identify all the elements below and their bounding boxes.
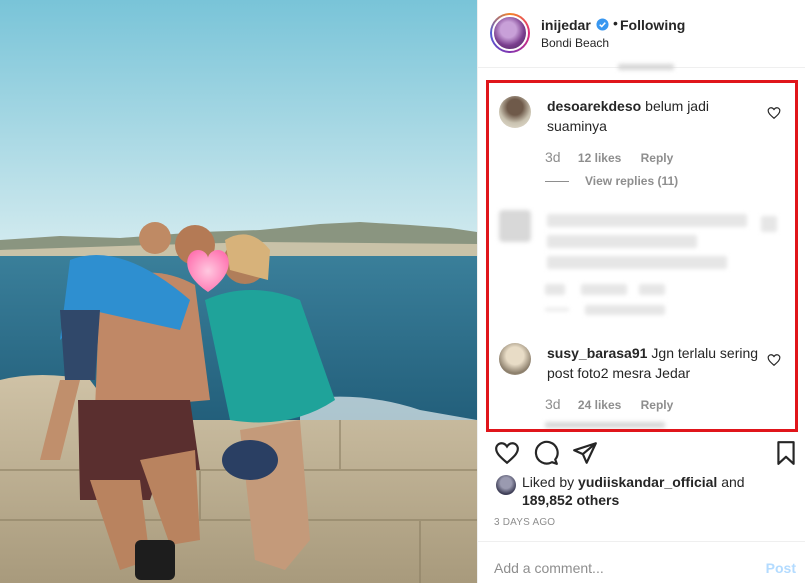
cut-off-text — [618, 64, 674, 70]
add-comment-input[interactable]: Add a comment... — [494, 560, 604, 576]
verified-badge-icon — [596, 18, 609, 31]
cut-off-view-replies — [545, 422, 665, 428]
comment-likes[interactable]: 24 likes — [578, 398, 621, 412]
likes-text: Liked by yudiiskandar_official and 189,8… — [522, 473, 782, 509]
following-button[interactable]: Following — [620, 17, 685, 33]
comment-meta: 3d 12 likes Reply — [545, 149, 673, 165]
separator-dot: • — [613, 15, 618, 31]
reply-button[interactable]: Reply — [641, 398, 674, 412]
comment-meta: 3d 24 likes Reply — [545, 396, 673, 412]
comment-text: susy_barasa91 Jgn terlalu sering post fot… — [547, 343, 769, 383]
view-replies-button[interactable]: View replies (11) — [545, 174, 678, 188]
heart-icon[interactable] — [494, 440, 520, 466]
reply-button[interactable]: Reply — [641, 151, 674, 165]
comment-likes[interactable]: 12 likes — [578, 151, 621, 165]
profile-avatar[interactable] — [490, 13, 530, 53]
view-replies-label: View replies (11) — [585, 174, 679, 188]
post-timestamp[interactable]: 3 DAYS AGO — [494, 517, 555, 528]
commenter-username[interactable]: desoarekdeso — [547, 98, 641, 114]
post-side-panel: inijedar • Following Bondi Beach desoare… — [477, 0, 805, 583]
commenter-avatar[interactable] — [499, 96, 531, 128]
bookmark-icon[interactable] — [773, 440, 799, 466]
add-comment-section: Add a comment... Post — [478, 541, 805, 583]
comment-text: desoarekdeso belum jadi suaminya — [547, 96, 769, 136]
share-icon[interactable] — [572, 440, 598, 466]
likes-others-count[interactable]: 189,852 others — [522, 492, 619, 508]
comment-time: 3d — [545, 396, 561, 412]
liker-username[interactable]: yudiiskandar_official — [578, 474, 717, 490]
comment-like-icon[interactable] — [767, 353, 781, 367]
liker-avatar[interactable] — [496, 475, 516, 495]
profile-username[interactable]: inijedar — [541, 17, 591, 33]
post-header: inijedar • Following Bondi Beach — [478, 0, 805, 68]
post-photo[interactable] — [0, 0, 477, 583]
comments-highlight-box: desoarekdeso belum jadi suaminya 3d 12 li… — [486, 80, 798, 432]
post-location[interactable]: Bondi Beach — [541, 36, 609, 50]
comment-icon[interactable] — [533, 440, 559, 466]
post-comment-button[interactable]: Post — [766, 560, 796, 576]
comment-like-icon[interactable] — [767, 106, 781, 120]
commenter-username[interactable]: susy_barasa91 — [547, 345, 647, 361]
comment-time: 3d — [545, 149, 561, 165]
commenter-avatar[interactable] — [499, 343, 531, 375]
post-action-bar — [478, 436, 805, 472]
likes-conjunction: and — [721, 474, 745, 490]
liked-by-prefix: Liked by — [522, 474, 575, 490]
replies-divider — [545, 181, 569, 183]
